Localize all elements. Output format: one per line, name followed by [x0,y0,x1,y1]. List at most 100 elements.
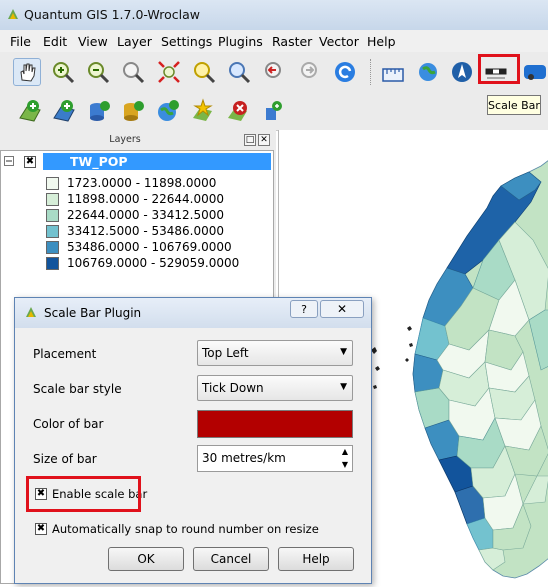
legend-label: 106769.0000 - 529059.0000 [67,256,240,270]
enable-highlight [26,476,141,512]
zoom-layer-button[interactable] [226,59,252,85]
measure-button[interactable] [380,59,406,85]
snap-label: Automatically snap to round number on re… [52,522,319,536]
zoom-selection-icon [194,62,216,84]
zoom-full-icon [123,62,145,84]
legend-label: 22644.0000 - 33412.5000 [67,208,225,222]
menu-settings[interactable]: Settings [161,34,212,49]
layers-panel-title: Layers [109,134,141,145]
cancel-button[interactable]: Cancel [193,547,269,571]
add-vector-icon [19,100,41,122]
style-label: Scale bar style [33,382,122,396]
legend-swatch [46,177,59,190]
dialog-close-button[interactable]: ✕ [320,300,364,318]
legend-swatch [46,225,59,238]
dialog-help-icon-button[interactable]: ? [290,300,318,318]
add-postgis-layer-button[interactable] [86,98,112,124]
add-vector-layer-button[interactable] [17,98,43,124]
help-button[interactable]: Help [278,547,354,571]
legend-swatch [46,241,59,254]
add-raster-layer-button[interactable] [51,98,77,124]
zoom-to-layer-button[interactable] [120,59,146,85]
zoom-next-button[interactable] [297,59,323,85]
legend-label: 1723.0000 - 11898.0000 [67,176,217,190]
menu-view[interactable]: View [78,34,108,49]
new-layer-star-icon [193,98,213,121]
style-select[interactable]: Tick Down ▼ [197,375,353,401]
style-value: Tick Down [202,381,264,395]
scale-bar-highlight [478,54,520,84]
globe-icon [419,63,437,81]
plugin-add-icon [266,101,282,120]
size-label: Size of bar [33,452,97,466]
remove-layer-button[interactable] [225,98,251,124]
zoom-extent-button[interactable] [156,59,182,85]
legend-label: 11898.0000 - 22644.0000 [67,192,225,206]
zoom-selection-button[interactable] [191,59,217,85]
spin-up-icon[interactable]: ▲ [338,446,352,458]
database-add-icon [90,101,110,121]
window-title: Quantum GIS 1.7.0-Wroclaw [24,7,200,22]
qgis-logo-icon [26,307,36,317]
add-delimited-text-button[interactable] [260,98,286,124]
dialog-title: Scale Bar Plugin [44,306,142,320]
snap-checkbox[interactable]: ✖ [35,523,47,535]
spatialite-add-icon [124,101,144,121]
zoom-out-icon [88,62,110,84]
zoom-layer-icon [229,62,251,84]
add-raster-icon [53,100,75,122]
layer-name: TW_POP [70,154,128,169]
collapse-icon[interactable] [4,156,14,166]
spin-down-icon[interactable]: ▼ [338,459,352,471]
menu-bar: File Edit View Layer Settings Plugins Ra… [0,30,548,53]
menu-help[interactable]: Help [367,34,396,49]
legend-label: 53486.0000 - 106769.0000 [67,240,232,254]
north-arrow-icon [452,62,472,82]
scale-bar-tooltip: Scale Bar [487,95,541,115]
layer-toolbar [0,92,548,131]
refresh-button[interactable] [332,59,358,85]
toolbar-separator [370,59,373,85]
menu-plugins[interactable]: Plugins [218,34,263,49]
zoom-out-button[interactable] [85,59,111,85]
menu-layer[interactable]: Layer [117,34,152,49]
chevron-down-icon: ▼ [340,382,347,392]
copyright-label-icon [524,65,546,80]
legend-swatch [46,209,59,222]
qgis-logo-icon [8,9,18,19]
size-value: 30 metres/km [202,451,286,465]
zoom-extent-icon [158,61,180,83]
menu-vector[interactable]: Vector [319,34,359,49]
ok-button[interactable]: OK [108,547,184,571]
zoom-in-icon [53,62,75,84]
zoom-last-icon [265,62,281,78]
menu-file[interactable]: File [10,34,31,49]
color-label: Color of bar [33,417,104,431]
legend-swatch [46,193,59,206]
layer-visible-checkbox[interactable]: ✖ [24,156,36,168]
menu-raster[interactable]: Raster [272,34,312,49]
new-shapefile-button[interactable] [190,98,216,124]
add-wms-layer-button[interactable] [155,98,181,124]
legend-swatch [46,257,59,270]
refresh-icon [335,62,355,82]
placement-value: Top Left [202,346,249,360]
float-panel-button[interactable]: □ [244,134,256,146]
pan-tool-button[interactable] [13,58,41,86]
placement-label: Placement [33,347,97,361]
menu-edit[interactable]: Edit [43,34,67,49]
chevron-down-icon: ▼ [340,347,347,357]
zoom-in-button[interactable] [50,59,76,85]
close-panel-button[interactable]: ✕ [258,134,270,146]
zoom-next-icon [301,62,317,78]
copyright-label-button[interactable] [522,59,548,85]
hand-pan-icon [20,63,36,82]
bar-color-button[interactable] [197,410,353,438]
zoom-last-button[interactable] [261,59,287,85]
add-spatialite-layer-button[interactable] [120,98,146,124]
wms-add-icon [158,100,179,121]
map-navigation-toolbar [0,52,548,93]
georeference-button[interactable] [415,59,441,85]
placement-select[interactable]: Top Left ▼ [197,340,353,366]
north-arrow-button[interactable] [449,59,475,85]
